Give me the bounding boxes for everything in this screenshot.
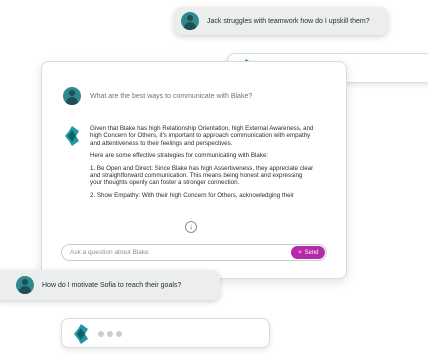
user-message-sofia: How do I motivate Sofia to reach their g… [0,270,220,300]
assistant-typing-bubble [61,318,270,348]
brand-logo-icon [65,126,79,146]
typing-dots [98,331,122,337]
assistant-answer: Given that Blake has high Relationship O… [90,125,315,204]
user-avatar [16,276,34,294]
user-message-jack: Jack struggles with teamwork how do I up… [174,7,388,35]
question-input[interactable] [61,244,327,261]
sparkle-icon: ✧ [297,250,303,256]
answer-paragraph: 1. Be Open and Direct: Since Blake has h… [90,164,314,187]
brand-logo-icon [74,324,88,344]
scroll-down-icon[interactable]: ↓ [185,221,197,233]
send-label: Send [304,249,319,256]
user-question: What are the best ways to communicate wi… [90,93,253,100]
answer-paragraph: Here are some effective strategies for c… [90,152,269,160]
answer-paragraph: 2. Show Empathy: With their high Concern… [90,191,294,199]
user-avatar [63,87,81,105]
message-text: Jack struggles with teamwork how do I up… [207,18,370,25]
answer-paragraph: Given that Blake has high Relationship O… [90,125,314,147]
user-avatar [181,12,199,30]
chat-panel: What are the best ways to communicate wi… [41,61,347,279]
send-button[interactable]: ✧ Send [291,246,325,259]
message-text: How do I motivate Sofia to reach their g… [42,282,182,289]
